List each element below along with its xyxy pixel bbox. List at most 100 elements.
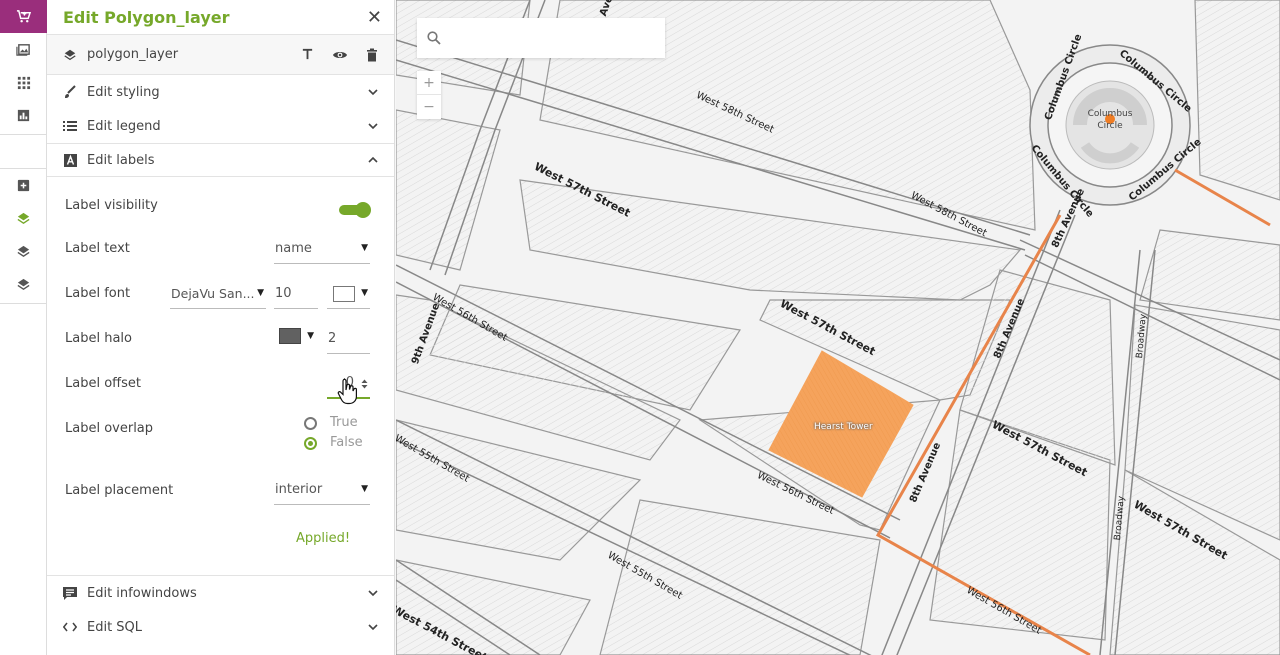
label-offset-label: Label offset [65, 376, 141, 391]
dropdown-arrow-icon: ▼ [307, 331, 314, 341]
overlap-false-radio[interactable] [304, 437, 317, 450]
map-search-box[interactable] [417, 18, 665, 58]
dropdown-arrow-icon: ▼ [361, 243, 368, 253]
street-label: West 58th Street [908, 190, 989, 240]
street-label: 8th Avenue [992, 297, 1028, 361]
label-font-value: DejaVu San... [171, 285, 255, 301]
street-label: West 57th Street [532, 160, 633, 220]
zoom-out-button[interactable]: − [417, 95, 441, 119]
hand-cursor-icon [337, 378, 357, 405]
applied-status: Applied! [296, 531, 351, 546]
street-label: West 56th Street [755, 470, 836, 517]
edit-legend-section[interactable]: Edit legend [47, 109, 394, 143]
street-label: West 55th Street [605, 550, 685, 602]
add-layer-icon[interactable] [0, 169, 47, 202]
label-font-size-input[interactable]: 10 [274, 278, 318, 309]
close-icon[interactable]: ✕ [367, 7, 382, 28]
label-font-label: Label font [65, 286, 131, 301]
map-canvas[interactable]: West 58th Street West 58th Street West 5… [396, 0, 1280, 655]
bar-chart-icon[interactable] [0, 99, 47, 132]
layer-name: polygon_layer [87, 47, 179, 62]
overlap-true-radio[interactable] [304, 417, 317, 430]
edit-infowindows-section[interactable]: Edit infowindows [47, 576, 394, 610]
street-label: West 55th Street [396, 433, 472, 485]
list-icon [63, 119, 77, 133]
halo-color-swatch [279, 328, 301, 344]
label-placement-label: Label placement [65, 483, 174, 498]
edit-styling-section[interactable]: Edit styling [47, 75, 394, 109]
label-font-size-value: 10 [275, 285, 292, 301]
dropdown-arrow-icon: ▼ [361, 484, 368, 494]
street-label: Columbus Circle [1116, 48, 1194, 115]
edit-labels-label: Edit labels [87, 152, 155, 168]
overlap-true-label: True [330, 415, 358, 430]
labels-form: Label visibility Label text name ▼ Label… [47, 177, 394, 576]
poi-label: Columbus Circle [1087, 109, 1133, 131]
infowindow-icon [63, 586, 77, 600]
street-label: West 57th Street [1131, 498, 1230, 563]
label-text-value: name [275, 240, 312, 256]
grid-icon[interactable] [0, 66, 47, 99]
edit-infowindows-label: Edit infowindows [87, 585, 197, 601]
overlap-false-label: False [330, 435, 363, 450]
label-halo-color-picker[interactable]: ▼ [274, 323, 318, 354]
label-text-label: Label text [65, 241, 130, 256]
image-icon[interactable] [0, 33, 47, 66]
layers-icon[interactable] [0, 268, 47, 301]
label-placement-value: interior [275, 481, 323, 497]
label-halo-size-input[interactable]: 2 [327, 323, 370, 354]
dropdown-arrow-icon: ▼ [257, 288, 264, 298]
chevron-up-icon [368, 156, 378, 163]
street-label: West 54th Street [396, 603, 490, 655]
zoom-control: + − [417, 71, 441, 119]
edit-styling-label: Edit styling [87, 84, 160, 100]
edit-labels-section[interactable]: Edit labels [47, 143, 394, 177]
label-visibility-label: Label visibility [65, 198, 158, 213]
chevron-down-icon [368, 624, 378, 631]
trash-icon[interactable] [366, 48, 378, 62]
polygon-label: Hearst Tower [814, 422, 873, 432]
spinner-icon[interactable] [361, 378, 368, 390]
eye-icon[interactable] [332, 49, 348, 61]
edit-sql-label: Edit SQL [87, 619, 143, 635]
label-placement-select[interactable]: interior ▼ [274, 474, 370, 505]
chevron-down-icon [368, 590, 378, 597]
street-label: Broadway [1113, 495, 1127, 541]
layers-icon[interactable] [0, 202, 47, 235]
street-label: West 56th Street [430, 292, 510, 344]
street-label: Columbus Circle [1043, 32, 1085, 122]
layer-row: polygon_layer [47, 35, 394, 75]
brush-icon [63, 85, 77, 99]
left-rail [0, 0, 47, 655]
street-label: West 56th Street [964, 585, 1044, 637]
search-icon [427, 31, 441, 45]
edit-layer-panel: Edit Polygon_layer ✕ polygon_layer Edit … [47, 0, 395, 655]
text-icon[interactable] [301, 48, 314, 61]
street-label: West 57th Street [989, 418, 1090, 480]
label-font-select[interactable]: DejaVu San... ▼ [170, 278, 266, 309]
panel-header: Edit Polygon_layer ✕ [47, 0, 394, 35]
label-text-select[interactable]: name ▼ [274, 233, 370, 264]
panel-title: Edit Polygon_layer [63, 7, 230, 27]
font-color-swatch [333, 286, 355, 302]
label-visibility-toggle[interactable] [339, 202, 371, 218]
zoom-in-button[interactable]: + [417, 71, 441, 95]
street-label: Broadway [1135, 313, 1149, 359]
edit-legend-label: Edit legend [87, 118, 161, 134]
label-halo-size-value: 2 [328, 330, 337, 346]
code-icon [63, 620, 77, 634]
street-label: 9th Avenue [410, 301, 443, 366]
label-font-color-picker[interactable]: ▼ [327, 278, 370, 309]
edit-sql-section[interactable]: Edit SQL [47, 610, 394, 644]
label-overlap-label: Label overlap [65, 421, 154, 436]
layers-icon[interactable] [0, 235, 47, 268]
label-halo-label: Label halo [65, 331, 132, 346]
street-label: Columbus Circle [1127, 136, 1204, 204]
dropdown-arrow-icon: ▼ [361, 288, 368, 298]
street-label: Ave [598, 0, 616, 18]
street-label: West 58th Street [694, 90, 776, 136]
chevron-down-icon [368, 89, 378, 96]
cart-icon[interactable] [0, 0, 47, 33]
label-a-icon [63, 153, 77, 167]
layers-icon [64, 49, 76, 60]
